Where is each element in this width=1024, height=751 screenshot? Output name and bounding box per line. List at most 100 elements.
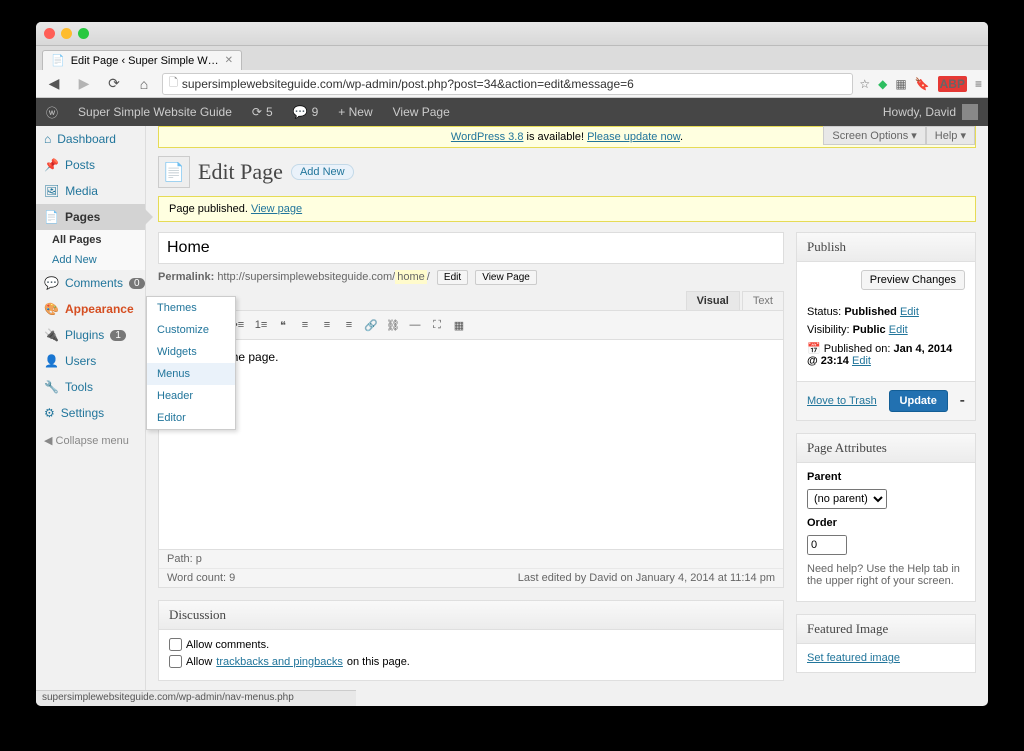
titlebar [36,22,988,46]
tab-text[interactable]: Text [742,291,784,310]
menu-posts[interactable]: 📌 Posts [36,152,145,178]
edit-visibility-link[interactable]: Edit [889,324,908,336]
menu-icon[interactable]: ≡ [975,77,982,91]
flyout-menus[interactable]: Menus [147,363,235,385]
align-right-icon[interactable]: ≡ [339,315,359,335]
edit-permalink-button[interactable]: Edit [437,270,468,285]
parent-select[interactable]: (no parent) [807,489,887,509]
content-editor[interactable]: our new home page. [158,340,784,550]
editor-toolbar: B I S •≡ 1≡ ❝ ≡ ≡ ≡ 🔗 ⛓ — ⛶ [158,310,784,340]
quote-icon[interactable]: ❝ [273,315,293,335]
site-name-link[interactable]: Super Simple Website Guide [68,98,242,126]
update-now-link[interactable]: Please update now [587,131,680,143]
view-page-link-notice[interactable]: View page [251,203,302,215]
page-icon: 🗋 [169,74,178,93]
align-center-icon[interactable]: ≡ [317,315,337,335]
content-area: WordPress 3.8 is available! Please updat… [146,126,988,690]
flyout-customize[interactable]: Customize [147,319,235,341]
order-input[interactable] [807,535,847,555]
wp-logo-icon[interactable]: ⓦ [36,98,68,126]
permalink-row: Permalink: http://supersimplewebsiteguid… [158,264,784,291]
reload-button[interactable]: ⟳ [102,74,126,94]
menu-users[interactable]: 👤 Users [36,348,145,374]
flyout-widgets[interactable]: Widgets [147,341,235,363]
url-text: supersimplewebsiteguide.com/wp-admin/pos… [182,77,634,91]
menu-comments[interactable]: 💬 Comments 0 [36,270,145,296]
page-attributes-box: Page Attributes Parent (no parent) Order… [796,433,976,602]
tab-visual[interactable]: Visual [686,291,740,310]
wp-version-link[interactable]: WordPress 3.8 [451,131,524,143]
browser-tab[interactable]: 📄 Edit Page ‹ Super Simple W… ✕ [42,50,242,70]
attrs-help-text: Need help? Use the Help tab in the upper… [807,563,965,587]
kitchen-sink-icon[interactable]: ▦ [449,315,469,335]
star-icon[interactable]: ☆ [859,77,870,91]
appearance-flyout: Themes Customize Widgets Menus Header Ed… [146,296,236,430]
abp-icon[interactable]: ABP [938,76,967,92]
back-button[interactable]: ◀ [42,74,66,94]
menu-settings[interactable]: ⚙ Settings [36,400,145,426]
published-notice: Page published. View page [158,196,976,222]
editor-status: Path: p Word count: 9Last edited by Davi… [158,550,784,588]
edit-date-link[interactable]: Edit [852,355,871,367]
flyout-editor[interactable]: Editor [147,407,235,429]
minimize-window-button[interactable] [61,28,72,39]
evernote-icon[interactable]: ◆ [878,77,887,91]
publish-box: Publish Preview Changes Status: Publishe… [796,232,976,421]
menu-media[interactable]: 🖼 Media [36,178,145,204]
submenu-all-pages[interactable]: All Pages [36,230,145,250]
grid-icon[interactable]: ▦ [895,77,906,91]
collapse-menu[interactable]: ◀ Collapse menu [36,426,145,455]
set-featured-link[interactable]: Set featured image [807,652,900,664]
new-link[interactable]: + New [328,98,382,126]
screen-options-button[interactable]: Screen Options ▾ [823,126,925,145]
view-page-button[interactable]: View Page [475,270,537,285]
close-window-button[interactable] [44,28,55,39]
tag-icon[interactable]: 🔖 [915,77,930,91]
menu-dashboard[interactable]: ⌂ Dashboard [36,126,145,152]
allow-comments-checkbox[interactable]: Allow comments. [169,638,773,651]
preview-button[interactable]: Preview Changes [861,270,965,290]
title-input[interactable] [158,232,784,264]
add-new-button[interactable]: Add New [291,164,354,180]
edit-status-link[interactable]: Edit [900,306,919,318]
link-icon[interactable]: 🔗 [361,315,381,335]
page-header: 📄 Edit Page Add New [158,156,976,188]
featured-heading: Featured Image [797,615,975,644]
maximize-window-button[interactable] [78,28,89,39]
flyout-themes[interactable]: Themes [147,297,235,319]
update-button[interactable]: Update [889,390,948,412]
updates-link[interactable]: ⟳ 5 [242,98,283,126]
menu-tools[interactable]: 🔧 Tools [36,374,145,400]
browser-window: 📄 Edit Page ‹ Super Simple W… ✕ ◀ ▶ ⟳ ⌂ … [36,22,988,706]
howdy-user[interactable]: Howdy, David [873,104,988,120]
view-page-link[interactable]: View Page [383,98,460,126]
move-to-trash-link[interactable]: Move to Trash [807,395,877,407]
help-button[interactable]: Help ▾ [926,126,975,145]
menu-pages[interactable]: 📄 Pages [36,204,145,230]
attrs-heading: Page Attributes [797,434,975,463]
more-icon[interactable]: — [405,315,425,335]
extension-icons: ☆ ◆ ▦ 🔖 ABP ≡ [859,76,982,92]
unlink-icon[interactable]: ⛓ [383,315,403,335]
align-left-icon[interactable]: ≡ [295,315,315,335]
tab-strip: 📄 Edit Page ‹ Super Simple W… ✕ [36,46,988,70]
update-notice: WordPress 3.8 is available! Please updat… [158,126,976,148]
fullscreen-icon[interactable]: ⛶ [427,315,447,335]
wp-admin: ⓦ Super Simple Website Guide ⟳ 5 💬 9 + N… [36,98,988,690]
browser-toolbar: ◀ ▶ ⟳ ⌂ 🗋 supersimplewebsiteguide.com/wp… [36,70,988,98]
menu-plugins[interactable]: 🔌 Plugins 1 [36,322,145,348]
comments-link[interactable]: 💬 9 [283,98,329,126]
close-tab-icon[interactable]: ✕ [225,55,233,66]
flyout-header[interactable]: Header [147,385,235,407]
window-controls [44,28,89,39]
submenu-add-new[interactable]: Add New [36,250,145,270]
forward-button[interactable]: ▶ [72,74,96,94]
allow-trackbacks-checkbox[interactable]: Allow trackbacks and pingbacks on this p… [169,655,773,668]
trackbacks-link[interactable]: trackbacks and pingbacks [216,656,343,668]
menu-appearance[interactable]: 🎨 Appearance [36,296,145,322]
url-bar[interactable]: 🗋 supersimplewebsiteguide.com/wp-admin/p… [162,73,853,95]
page-icon: 📄 [158,156,190,188]
home-button[interactable]: ⌂ [132,74,156,94]
tab-favicon: 📄 [51,54,65,67]
ol-icon[interactable]: 1≡ [251,315,271,335]
